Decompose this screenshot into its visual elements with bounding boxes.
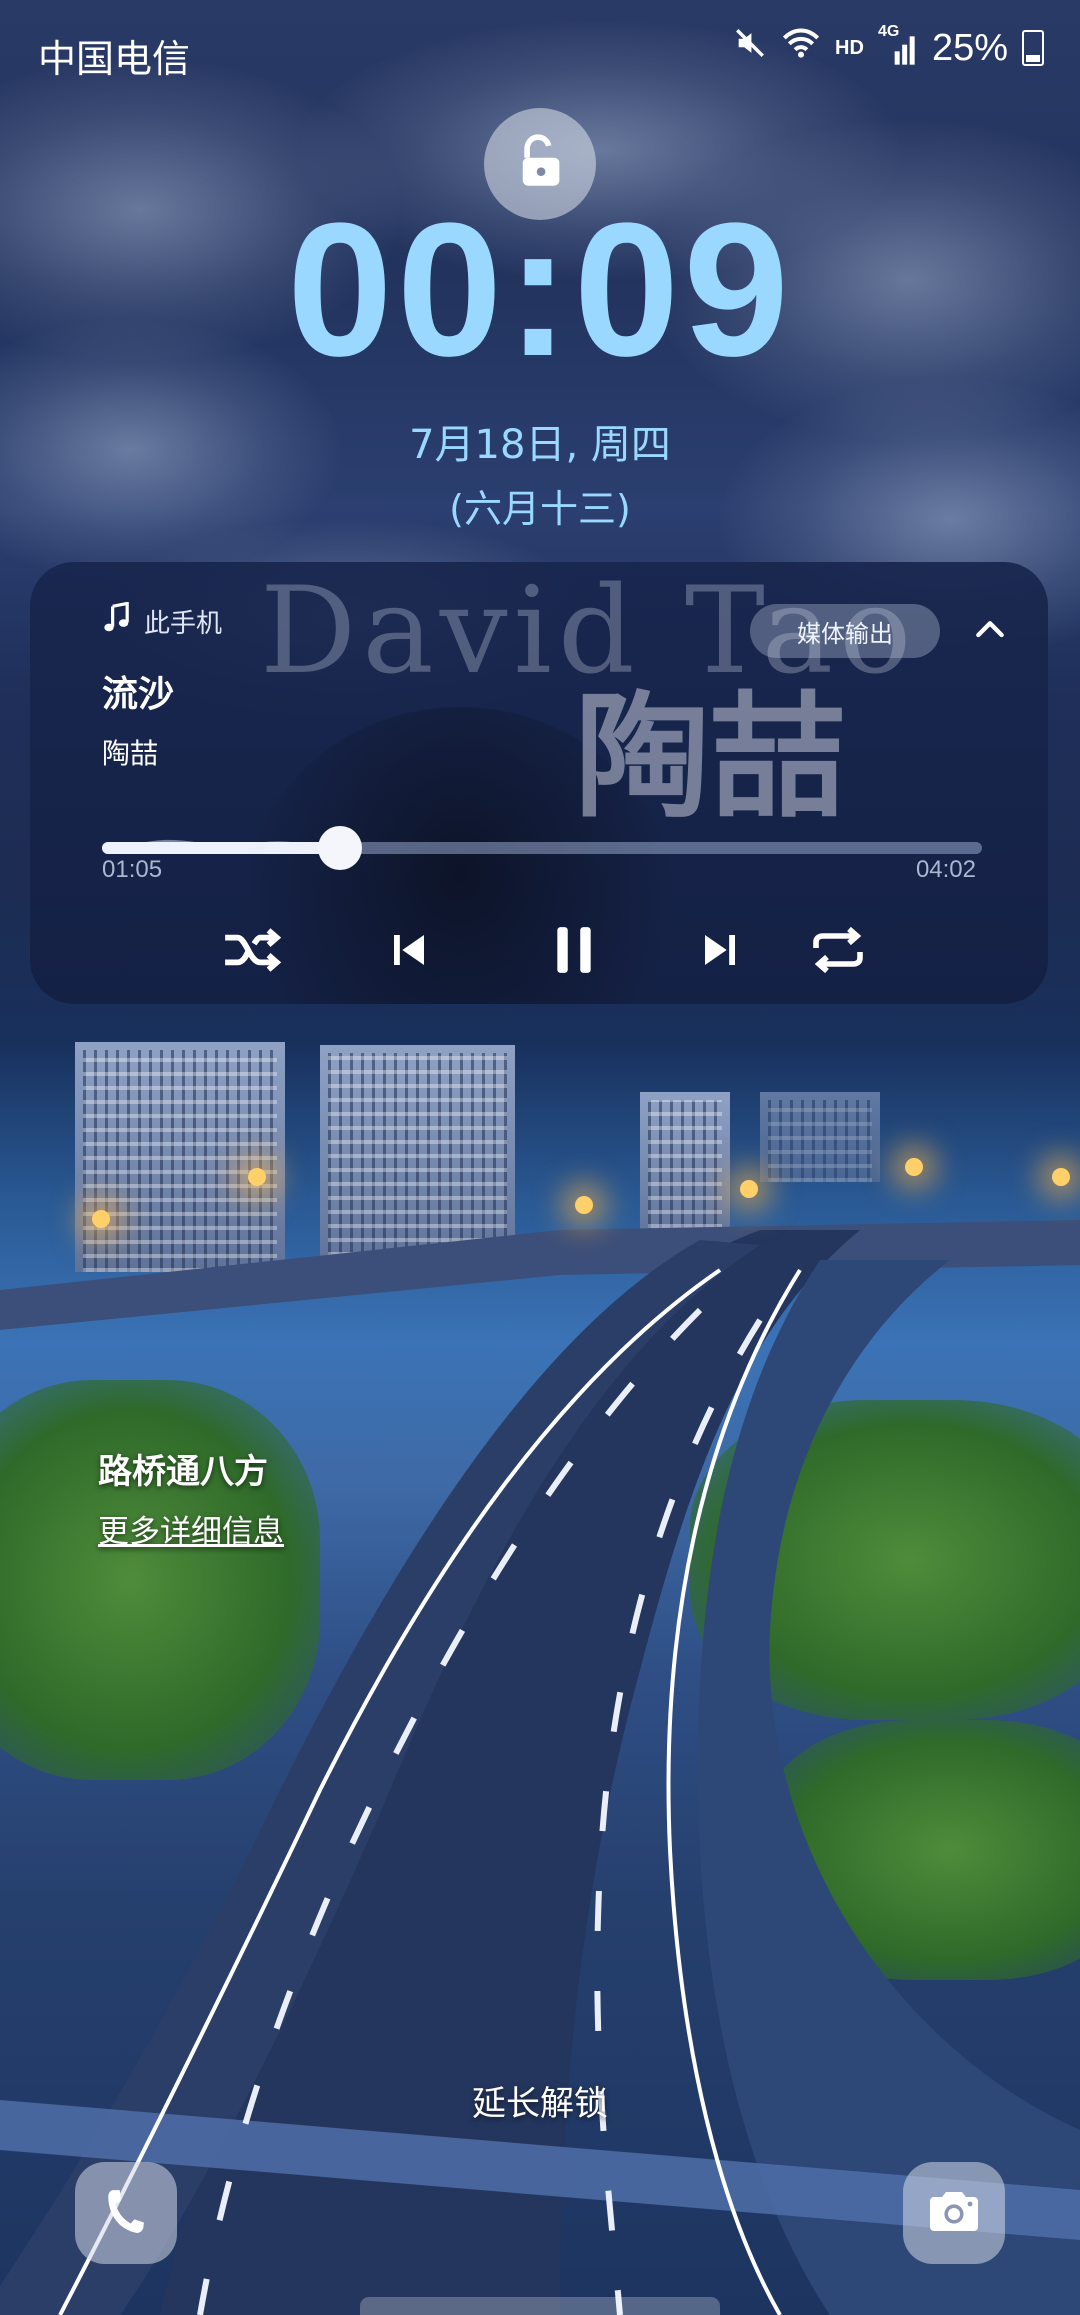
previous-button[interactable] — [374, 917, 444, 987]
previous-icon — [389, 930, 429, 974]
repeat-button[interactable] — [803, 917, 873, 987]
next-icon — [700, 930, 740, 974]
carrier-label: 中国电信 — [38, 39, 191, 81]
elapsed-time: 01:05 — [102, 856, 163, 883]
home-indicator[interactable] — [360, 2297, 720, 2315]
battery-icon — [1022, 30, 1044, 66]
media-output-button[interactable]: 媒体输出 — [750, 604, 940, 658]
collapse-button[interactable] — [970, 610, 1010, 650]
media-source: 此手机 — [102, 601, 223, 641]
seek-bar[interactable] — [102, 812, 982, 882]
battery-percent: 25% — [931, 26, 1008, 69]
pause-icon — [552, 925, 596, 979]
wifi-icon — [781, 26, 821, 70]
mute-icon — [733, 26, 767, 70]
playback-controls — [30, 917, 1048, 987]
lock-screen: 中国电信 HD 4G 25% 00:09 7月18日, 周四 (六月十三) Da… — [0, 0, 1080, 2315]
phone-shortcut-button[interactable] — [75, 2162, 177, 2264]
wallpaper-details-link[interactable]: 更多详细信息 — [98, 1506, 284, 1551]
shuffle-icon — [221, 925, 283, 979]
highway-graphic — [0, 1220, 1080, 2315]
media-source-label: 此手机 — [144, 609, 223, 639]
media-player-card[interactable]: David Tao 陶喆 此手机 媒体输出 流沙 陶喆 01:05 04:02 — [30, 562, 1048, 1004]
camera-shortcut-button[interactable] — [903, 2162, 1005, 2264]
hd-label: HD — [835, 36, 864, 59]
seek-thumb[interactable] — [318, 826, 362, 870]
wallpaper-title: 路桥通八方 — [98, 1452, 268, 1492]
music-note-icon — [102, 601, 132, 641]
repeat-icon — [807, 924, 869, 980]
clock-date: 7月18日, 周四 — [409, 422, 671, 468]
artist-name: 陶喆 — [102, 737, 159, 770]
clock-time: 00:09 — [287, 184, 793, 396]
extend-unlock-hint: 延长解锁 — [472, 2084, 608, 2124]
signal-icon: 4G — [878, 23, 918, 65]
total-time: 04:02 — [915, 856, 976, 883]
waveform-graphic — [102, 839, 340, 852]
next-button[interactable] — [685, 917, 755, 987]
status-icons: HD 4G 25% — [733, 23, 1044, 70]
camera-icon — [926, 2188, 982, 2238]
seek-fill — [102, 842, 340, 854]
chevron-up-icon — [970, 621, 1010, 654]
phone-icon — [104, 2186, 148, 2240]
pause-button[interactable] — [539, 917, 609, 987]
shuffle-button[interactable] — [217, 917, 287, 987]
song-title: 流沙 — [102, 674, 175, 715]
lunar-date: (六月十三) — [449, 487, 631, 531]
status-bar: 中国电信 HD 4G 25% — [0, 0, 1080, 100]
